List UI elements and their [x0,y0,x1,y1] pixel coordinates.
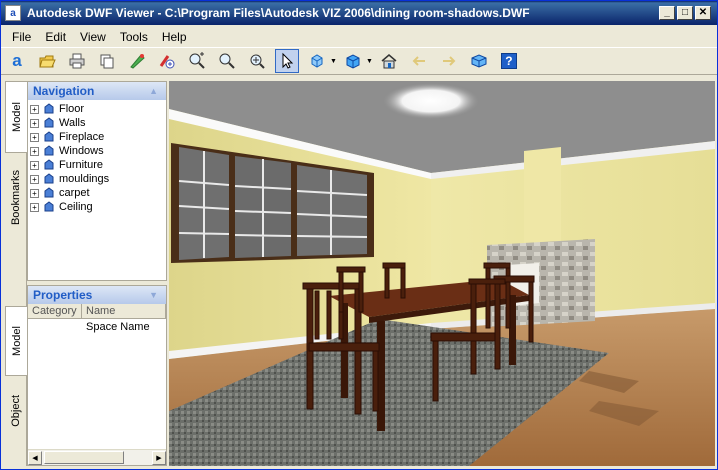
layer-icon [44,103,54,114]
orbit-icon[interactable] [305,49,329,73]
minimize-button[interactable]: _ [659,6,675,20]
menu-view[interactable]: View [73,28,113,46]
tab-model-top[interactable]: Model [5,81,27,153]
expand-icon[interactable]: + [30,118,39,128]
3d-view-icon[interactable] [467,49,491,73]
layer-icon [44,173,54,184]
tree-item-mouldings[interactable]: + mouldings [30,172,166,186]
tree-label: Walls [59,117,86,129]
window-controls: _ □ ✕ [659,6,711,20]
app-icon: a [5,5,21,21]
tree-item-windows[interactable]: + Windows [30,144,166,158]
layer-icon [44,145,54,156]
tree-item-walls[interactable]: + Walls [30,116,166,130]
navigation-header[interactable]: Navigation ▲ [28,82,166,100]
app-window: a Autodesk DWF Viewer - C:\Program Files… [0,0,718,470]
maximize-button[interactable]: □ [677,6,693,20]
properties-title: Properties [33,288,93,302]
zoom-icon[interactable] [215,49,239,73]
scroll-thumb[interactable] [44,451,124,464]
menu-edit[interactable]: Edit [38,28,73,46]
expand-icon[interactable]: + [30,160,39,170]
toolbar: a ▼ ▼ ? [1,47,717,75]
print-icon[interactable] [65,49,89,73]
expand-icon[interactable]: + [30,146,39,156]
expand-icon[interactable]: + [30,188,39,198]
autodesk-logo-icon[interactable]: a [5,49,29,73]
tree-label: Floor [59,103,85,115]
back-arrow-icon[interactable] [407,49,431,73]
layer-icon [44,187,54,198]
collapse-icon[interactable]: ▲ [149,86,158,96]
navigation-tree: + Floor + Walls + Fireplace + Windows + [28,100,166,214]
layer-icon [44,131,54,142]
tree-label: Ceiling [59,201,93,213]
expand-icon[interactable]: + [30,174,39,184]
window-title: Autodesk DWF Viewer - C:\Program Files\A… [27,6,530,20]
properties-column-headers: Category Name [28,304,166,319]
orbit-dropdown-icon[interactable]: ▼ [330,58,337,65]
navigation-title: Navigation [33,84,95,98]
3d-viewport[interactable] [169,81,715,466]
properties-panel: Properties ▼ Category Name Space Name ◀ … [27,285,167,466]
home-icon[interactable] [377,49,401,73]
menu-file[interactable]: File [5,28,38,46]
collapse-icon[interactable]: ▼ [149,290,158,300]
layer-icon [44,201,54,212]
horizontal-scrollbar[interactable]: ◀ ▶ [28,449,166,465]
menu-tools[interactable]: Tools [113,28,155,46]
tree-item-fireplace[interactable]: + Fireplace [30,130,166,144]
markup-icon[interactable] [125,49,149,73]
menu-help[interactable]: Help [155,28,194,46]
tree-label: Fireplace [59,131,105,143]
tree-item-floor[interactable]: + Floor [30,102,166,116]
help-icon[interactable]: ? [497,49,521,73]
cube-icon[interactable] [341,49,365,73]
tab-bookmarks[interactable]: Bookmarks [5,153,27,243]
menu-bar: File Edit View Tools Help [1,27,717,47]
forward-arrow-icon[interactable] [437,49,461,73]
column-name[interactable]: Name [82,304,166,318]
tab-model-bottom[interactable]: Model [5,306,27,376]
zoom-in-icon[interactable] [185,49,209,73]
tab-object[interactable]: Object [5,376,27,446]
title-bar[interactable]: a Autodesk DWF Viewer - C:\Program Files… [1,1,717,25]
tree-label: mouldings [59,173,110,185]
table-row[interactable]: Space Name [28,319,166,335]
copy-icon[interactable] [95,49,119,73]
properties-header[interactable]: Properties ▼ [28,286,166,304]
layer-icon [44,117,54,128]
dining-room-render [169,81,715,466]
open-icon[interactable] [35,49,59,73]
tree-label: Furniture [59,159,104,171]
column-category[interactable]: Category [28,304,82,318]
tree-item-carpet[interactable]: + carpet [30,186,166,200]
fit-icon[interactable] [245,49,269,73]
select-icon[interactable] [275,49,299,73]
tree-label: carpet [59,187,90,199]
navigation-panel: Navigation ▲ + Floor + Walls + Fireplace… [27,81,167,281]
expand-icon[interactable]: + [30,104,39,114]
tree-item-furniture[interactable]: + Furniture [30,158,166,172]
side-tabs: Model Bookmarks Model Object [5,81,27,466]
cube-dropdown-icon[interactable]: ▼ [366,58,373,65]
tree-label: Windows [59,145,104,157]
expand-icon[interactable]: + [30,202,39,212]
scroll-left-icon[interactable]: ◀ [28,450,42,465]
measure-icon[interactable] [155,49,179,73]
tree-item-ceiling[interactable]: + Ceiling [30,200,166,214]
close-button[interactable]: ✕ [695,6,711,20]
property-name: Space Name [86,321,150,333]
scroll-right-icon[interactable]: ▶ [152,450,166,465]
layer-icon [44,159,54,170]
expand-icon[interactable]: + [30,132,39,142]
